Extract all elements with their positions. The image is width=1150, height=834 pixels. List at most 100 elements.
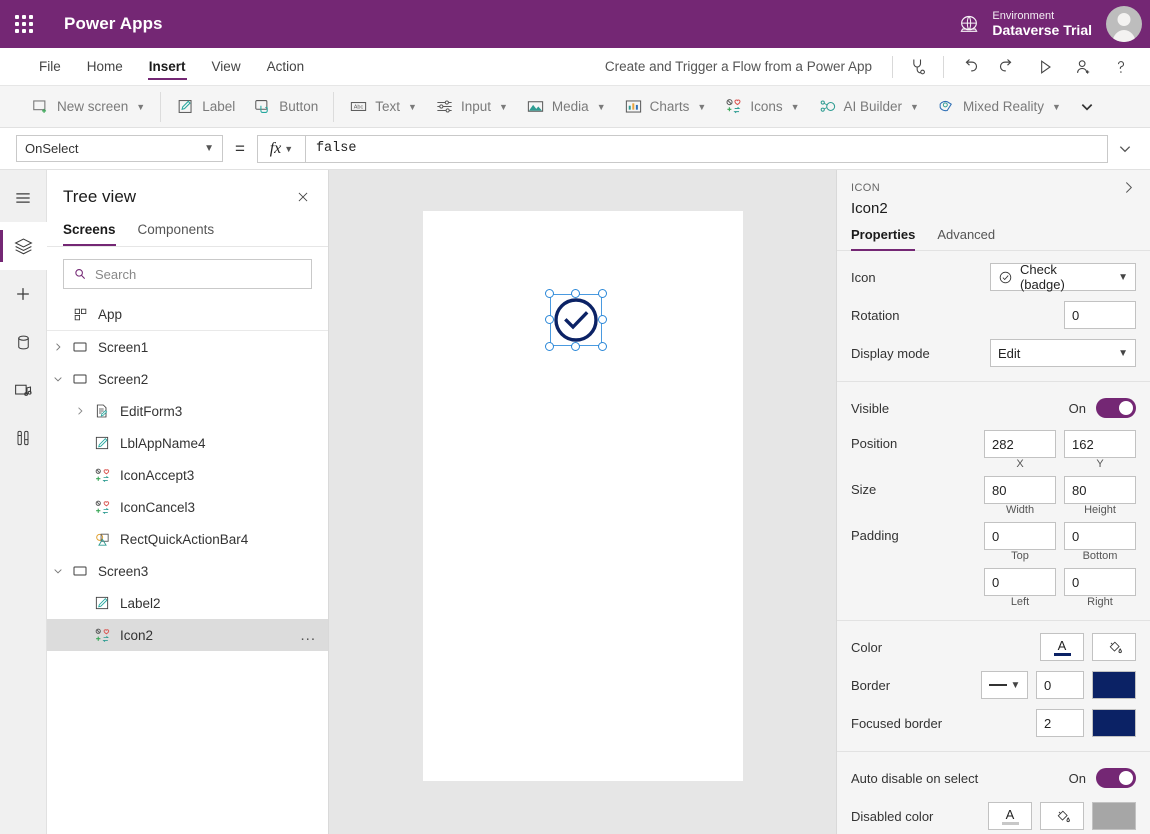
disabled-fill-color-button[interactable] — [1040, 802, 1084, 830]
formula-input[interactable]: false — [304, 134, 1108, 163]
tree-item-app[interactable]: App — [47, 299, 328, 331]
resize-handle-nw[interactable] — [544, 289, 554, 298]
resize-handle-sw[interactable] — [544, 342, 554, 351]
ribbon-button-button[interactable]: Button — [244, 92, 327, 122]
tab-advanced[interactable]: Advanced — [937, 227, 995, 250]
selected-icon-control[interactable] — [544, 289, 607, 351]
auto-disable-toggle[interactable] — [1096, 768, 1136, 788]
padding-top-input[interactable]: 0 — [984, 522, 1056, 550]
ribbon-group-basic: Label Button — [161, 86, 333, 127]
border-style-select[interactable]: ▼ — [981, 671, 1028, 699]
tree-item-screen3[interactable]: Screen3 — [47, 555, 328, 587]
undo-icon[interactable] — [950, 51, 988, 83]
tab-properties[interactable]: Properties — [851, 227, 916, 251]
avatar[interactable] — [1106, 6, 1142, 42]
tab-components[interactable]: Components — [138, 218, 215, 246]
app-screen-canvas[interactable] — [422, 211, 743, 781]
ribbon-charts-button[interactable]: Charts ▼ — [615, 92, 716, 122]
help-question-icon[interactable] — [1102, 51, 1140, 83]
left-rail — [0, 170, 47, 834]
visible-toggle[interactable] — [1096, 398, 1136, 418]
chevron-down-icon[interactable] — [47, 566, 69, 576]
focused-border-width-input[interactable]: 2 — [1036, 709, 1084, 737]
menu-action[interactable]: Action — [254, 48, 318, 85]
disabled-text-color-button[interactable]: A — [988, 802, 1032, 830]
padding-right-input[interactable]: 0 — [1064, 568, 1136, 596]
size-height-input[interactable]: 80 — [1064, 476, 1136, 504]
icon-select[interactable]: Check (badge) ▼ — [990, 262, 1136, 292]
focused-border-color-swatch[interactable] — [1092, 709, 1136, 737]
search-input[interactable] — [95, 266, 302, 282]
app-launcher-icon[interactable] — [0, 0, 48, 48]
tree-item-lblappname4[interactable]: LblAppName4 — [47, 427, 328, 459]
share-user-icon[interactable] — [1064, 51, 1102, 83]
tree-item-rectquickactionbar4[interactable]: RectQuickActionBar4 — [47, 523, 328, 555]
redo-icon[interactable] — [988, 51, 1026, 83]
display-mode-select[interactable]: Edit ▼ — [990, 339, 1136, 367]
resize-handle-s[interactable] — [570, 342, 580, 351]
resize-handle-e[interactable] — [597, 315, 607, 324]
hamburger-menu-icon[interactable] — [0, 174, 47, 222]
chevron-right-icon[interactable] — [47, 342, 69, 352]
tree-item-screen2[interactable]: Screen2 — [47, 363, 328, 395]
tree-item-editform3[interactable]: EditForm3 — [47, 395, 328, 427]
environment-switcher[interactable]: Environment Dataverse Trial — [958, 10, 1106, 39]
text-color-button[interactable]: A — [1040, 633, 1084, 661]
ribbon-overflow-button[interactable] — [1070, 92, 1104, 122]
disabled-text-color-swatch — [1001, 821, 1019, 825]
chevron-right-icon[interactable] — [69, 406, 91, 416]
preview-play-icon[interactable] — [1026, 51, 1064, 83]
padding-bottom-input[interactable]: 0 — [1064, 522, 1136, 550]
ribbon-icons-button[interactable]: Icons ▼ — [715, 92, 808, 122]
size-width-input[interactable]: 80 — [984, 476, 1056, 504]
menu-insert[interactable]: Insert — [136, 48, 199, 85]
resize-handle-ne[interactable] — [597, 289, 607, 298]
tree-item-iconaccept3[interactable]: IconAccept3 — [47, 459, 328, 491]
rotation-input[interactable]: 0 — [1064, 301, 1136, 329]
ribbon-media-label: Media — [551, 99, 589, 114]
paint-bucket-icon — [1057, 810, 1070, 822]
ribbon-input-button[interactable]: Input ▼ — [426, 92, 517, 122]
resize-handle-n[interactable] — [570, 289, 580, 298]
border-width-input[interactable]: 0 — [1036, 671, 1084, 699]
border-color-swatch[interactable] — [1092, 671, 1136, 699]
fx-button[interactable]: fx ▼ — [256, 134, 305, 163]
formula-expand-button[interactable] — [1108, 135, 1142, 163]
tree-item-screen1[interactable]: Screen1 — [47, 331, 328, 363]
resize-handle-w[interactable] — [544, 315, 554, 324]
position-x-input[interactable]: 282 — [984, 430, 1056, 458]
ribbon-label-button[interactable]: Label — [167, 92, 244, 122]
tab-screens[interactable]: Screens — [63, 218, 116, 246]
app-checker-icon[interactable] — [899, 51, 937, 83]
menu-home[interactable]: Home — [74, 48, 136, 85]
search-box[interactable] — [63, 259, 312, 289]
property-row-size: Size 80 80 Width Height — [851, 476, 1136, 516]
resize-handle-se[interactable] — [597, 342, 607, 351]
media-library-icon[interactable] — [0, 366, 47, 414]
ribbon-media-button[interactable]: Media ▼ — [517, 92, 615, 122]
tree-item-icon2[interactable]: Icon2 ... — [47, 619, 328, 651]
ribbon-new-screen-button[interactable]: New screen ▼ — [22, 92, 154, 122]
properties-tabs: Properties Advanced — [837, 217, 1150, 251]
chevron-right-icon[interactable] — [1121, 180, 1136, 200]
tree-item-label2[interactable]: Label2 — [47, 587, 328, 619]
position-y-input[interactable]: 162 — [1064, 430, 1136, 458]
close-icon[interactable] — [292, 186, 314, 208]
padding-left-input[interactable]: 0 — [984, 568, 1056, 596]
menu-file[interactable]: File — [26, 48, 74, 85]
disabled-border-color-swatch[interactable] — [1092, 802, 1136, 830]
data-sources-icon[interactable] — [0, 318, 47, 366]
menu-view[interactable]: View — [199, 48, 254, 85]
variables-icon[interactable] — [0, 414, 47, 462]
chevron-down-icon[interactable] — [47, 374, 69, 384]
ribbon-text-button[interactable]: Abc Text ▼ — [340, 92, 426, 122]
fill-color-button[interactable] — [1092, 633, 1136, 661]
more-options-icon[interactable]: ... — [300, 627, 320, 644]
tree-item-iconcancel3[interactable]: IconCancel3 — [47, 491, 328, 523]
insert-plus-icon[interactable] — [0, 270, 47, 318]
property-selector[interactable]: OnSelect ▼ — [16, 135, 223, 162]
tree-view-layers-icon[interactable] — [0, 222, 47, 270]
ribbon-ai-builder-button[interactable]: AI Builder ▼ — [809, 92, 928, 122]
label-icon — [91, 595, 113, 611]
ribbon-mixed-reality-button[interactable]: Mixed Reality ▼ — [928, 92, 1070, 122]
